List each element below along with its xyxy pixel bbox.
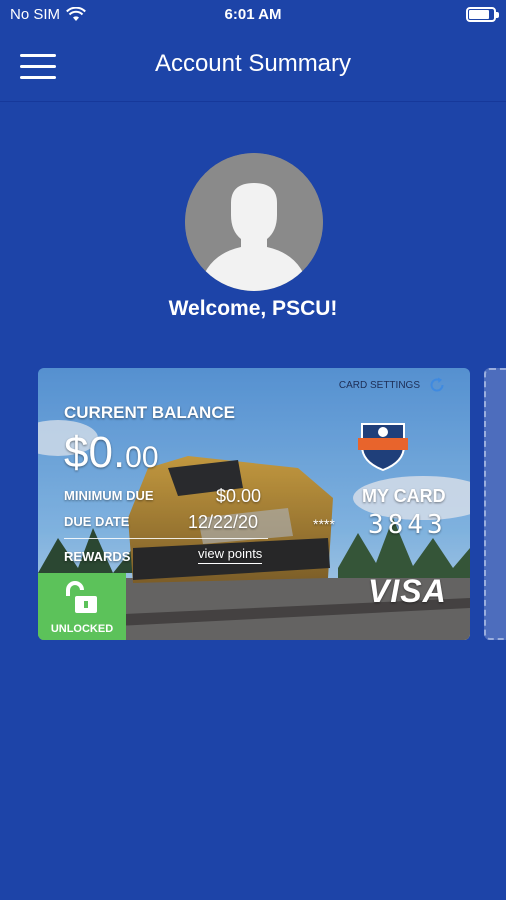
card-settings-label: CARD SETTINGS [338, 379, 420, 391]
app-header: Account Summary [0, 30, 506, 102]
battery-icon [466, 7, 499, 22]
card-settings-button[interactable]: CARD SETTINGS [339, 376, 446, 394]
lock-status-label: UNLOCKED [50, 623, 114, 635]
due-date-label: DUE DATE [64, 514, 130, 529]
current-balance-amount: $0.00 [64, 428, 159, 478]
minimum-due-value: $0.00 [216, 486, 262, 506]
view-points-link[interactable]: view points [198, 546, 263, 564]
refresh-icon [430, 377, 444, 392]
visa-logo: VISA [368, 573, 447, 609]
avatar[interactable] [185, 153, 323, 291]
card-last-four: 3843 [368, 510, 447, 540]
my-card-label: MY CARD [362, 486, 446, 506]
balance-cents: 00 [125, 441, 159, 474]
next-card-peek[interactable] [484, 368, 506, 640]
balance-main: $0. [64, 428, 126, 477]
user-silhouette-icon [185, 153, 323, 291]
due-date-value: 12/22/20 [188, 512, 259, 532]
status-bar: No SIM 6:01 AM [0, 0, 506, 30]
rewards-label: REWARDS [64, 549, 131, 564]
masked-card-digits: **** [313, 516, 335, 532]
unlocked-padlock-icon [66, 581, 97, 613]
divider [64, 538, 268, 539]
battery-level-fill [469, 10, 489, 19]
card-lock-toggle[interactable]: UNLOCKED [38, 573, 126, 640]
page-title: Account Summary [154, 50, 352, 77]
railroad-emblem-logo [358, 423, 408, 472]
welcome-message: Welcome, PSCU! [168, 297, 338, 320]
status-time: 6:01 AM [224, 6, 282, 23]
credit-card-tile[interactable]: CARD SETTINGS CURRENT BALANCE $0.00 MINI… [38, 368, 470, 640]
account-summary-screen: No SIM 6:01 AM Account Summary Welcome, … [0, 0, 506, 900]
minimum-due-label: MINIMUM DUE [64, 488, 154, 503]
current-balance-label: CURRENT BALANCE [64, 403, 235, 422]
